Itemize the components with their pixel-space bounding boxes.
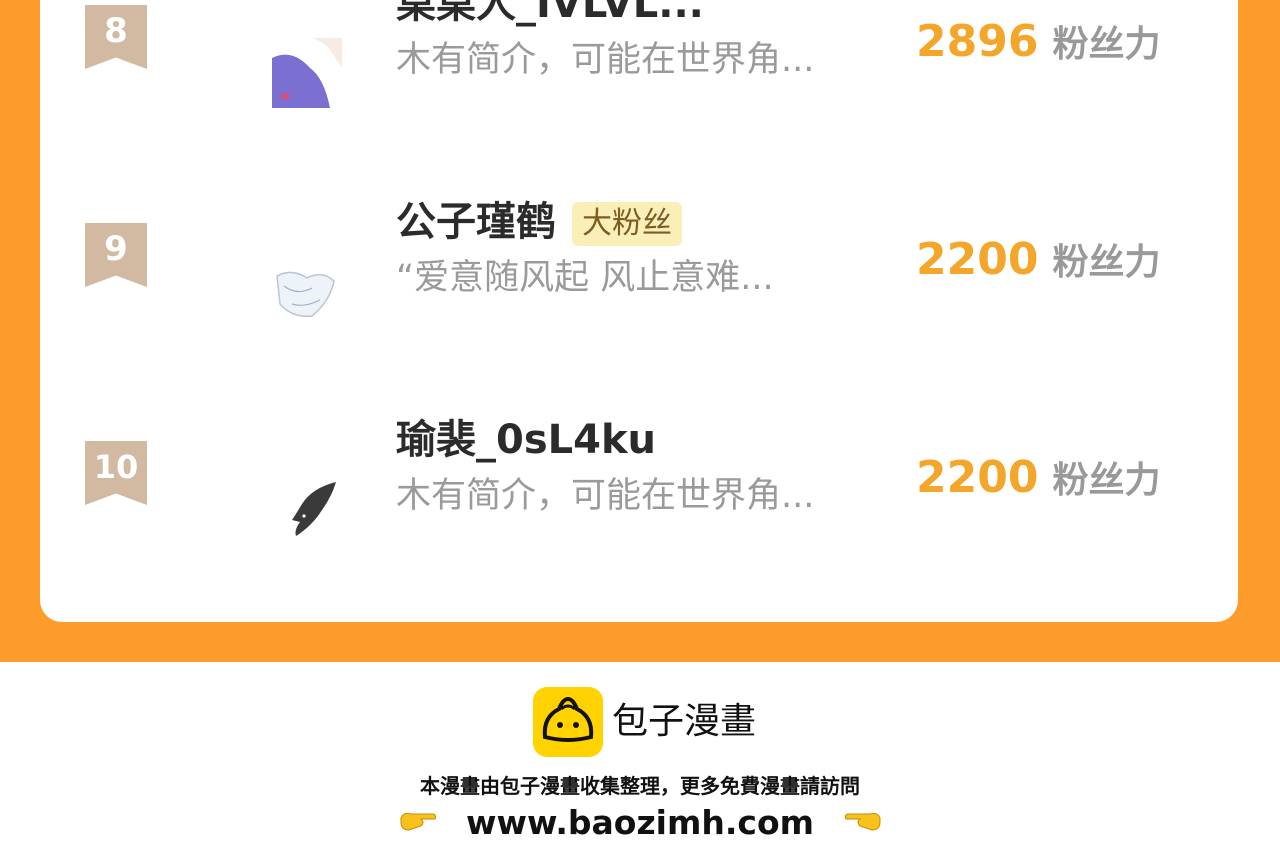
rank-badge: 10 bbox=[85, 441, 147, 505]
avatar[interactable] bbox=[272, 256, 342, 326]
ranking-row[interactable]: 8 桌桌人_IVLVL... 木有简介，可能在世界角... 2896 粉丝力 bbox=[40, 0, 1238, 108]
website-link[interactable]: www.baozimh.com bbox=[466, 803, 814, 842]
fan-score-unit: 粉丝力 bbox=[1052, 24, 1161, 65]
user-name[interactable]: 桌桌人_IVLVL... bbox=[396, 0, 704, 28]
fan-score: 2896 粉丝力 bbox=[916, 16, 1160, 77]
footer-note: 本漫畫由包子漫畫收集整理，更多免費漫畫請訪問 bbox=[420, 774, 860, 798]
rank-badge: 9 bbox=[85, 223, 147, 287]
rank-badge: 8 bbox=[85, 5, 147, 69]
ranking-row[interactable]: 9 公子瑾鹤 大粉丝 “爱意随风起 风止意难... 2200 粉丝力 bbox=[40, 198, 1238, 326]
user-bio: 木有简介，可能在世界角... bbox=[396, 476, 815, 516]
ranking-row[interactable]: 10 瑜裴_0sL4ku 木有简介，可能在世界角... 2200 粉丝力 bbox=[40, 416, 1238, 544]
user-name[interactable]: 公子瑾鹤 大粉丝 bbox=[396, 198, 682, 246]
user-name[interactable]: 瑜裴_0sL4ku bbox=[396, 416, 656, 464]
ranking-card: 8 桌桌人_IVLVL... 木有简介，可能在世界角... 2896 粉丝力 9 bbox=[40, 0, 1238, 622]
avatar-shark-icon bbox=[272, 474, 342, 544]
avatar-sketch-icon bbox=[272, 256, 342, 326]
fan-score-value: 2200 bbox=[916, 234, 1039, 285]
baozi-bun-icon bbox=[542, 696, 594, 742]
fan-level-badge: 大粉丝 bbox=[572, 202, 682, 246]
avatar[interactable] bbox=[272, 38, 342, 108]
fan-score: 2200 粉丝力 bbox=[916, 234, 1160, 295]
user-name-text: 公子瑾鹤 bbox=[396, 199, 556, 245]
user-bio: 木有简介，可能在世界角... bbox=[396, 40, 815, 80]
avatar-illustration-purple-icon bbox=[272, 38, 342, 108]
pointing-left-hand-icon bbox=[840, 803, 884, 847]
pointing-right-hand-icon bbox=[397, 803, 441, 847]
avatar[interactable] bbox=[272, 474, 342, 544]
brand-name[interactable]: 包子漫畫 bbox=[612, 700, 756, 744]
fan-score-value: 2200 bbox=[916, 452, 1039, 503]
fan-score-unit: 粉丝力 bbox=[1052, 460, 1161, 501]
footer-url-row: www.baozimh.com bbox=[0, 801, 1280, 847]
fan-score-value: 2896 bbox=[916, 16, 1039, 67]
fan-score: 2200 粉丝力 bbox=[916, 452, 1160, 513]
baozi-logo-icon[interactable] bbox=[533, 687, 603, 757]
fan-score-unit: 粉丝力 bbox=[1052, 242, 1161, 283]
user-bio: “爱意随风起 风止意难... bbox=[396, 258, 774, 298]
